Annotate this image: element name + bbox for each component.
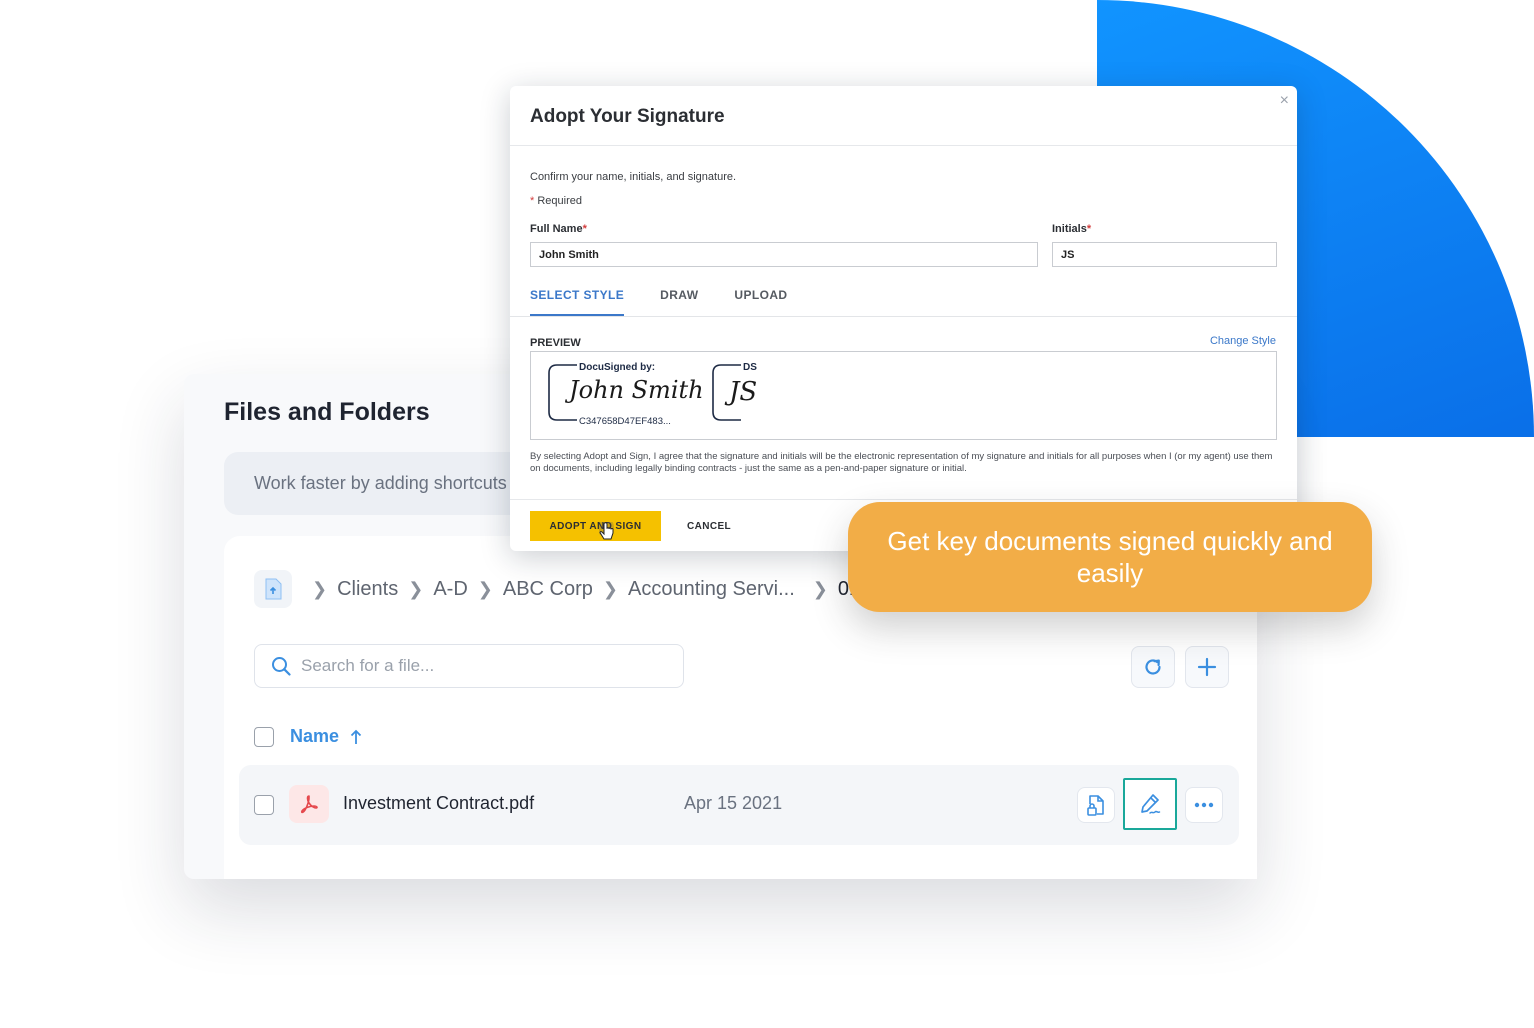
change-style-link[interactable]: Change Style bbox=[1210, 335, 1276, 347]
search-icon bbox=[272, 657, 291, 676]
file-date: Apr 15 2021 bbox=[684, 793, 783, 813]
required-asterisk: * bbox=[1086, 223, 1092, 235]
chevron-right-icon: ❯ bbox=[312, 578, 328, 599]
file-share-button[interactable] bbox=[1077, 787, 1115, 823]
plus-icon bbox=[1197, 657, 1217, 677]
required-note: * Required bbox=[530, 195, 582, 207]
close-icon[interactable]: × bbox=[1280, 92, 1289, 110]
divider bbox=[510, 316, 1297, 317]
shortcuts-text: Work faster by adding shortcuts bbox=[254, 473, 507, 493]
home-folder-button[interactable] bbox=[254, 570, 292, 608]
required-asterisk: * bbox=[530, 195, 535, 207]
signature-id-text: C347658D47EF483... bbox=[579, 416, 671, 427]
ds-label: DS bbox=[743, 362, 757, 373]
signature-preview: DocuSigned by: John Smith C347658D47EF48… bbox=[530, 351, 1277, 440]
adopt-signature-dialog: Adopt Your Signature × Confirm your name… bbox=[510, 86, 1297, 551]
folder-home-icon bbox=[265, 578, 282, 600]
instruction-text: Confirm your name, initials, and signatu… bbox=[530, 171, 737, 183]
tab-draw[interactable]: DRAW bbox=[660, 288, 698, 316]
divider bbox=[510, 145, 1297, 146]
hand-cursor-icon bbox=[599, 522, 614, 540]
full-name-field[interactable] bbox=[530, 242, 1038, 267]
arrow-up-icon[interactable] bbox=[349, 729, 363, 745]
cancel-button[interactable]: CANCEL bbox=[678, 511, 740, 541]
signature-script: John Smith bbox=[564, 376, 704, 404]
full-name-label: Full Name* bbox=[530, 223, 587, 235]
full-name-label-text: Full Name bbox=[530, 223, 583, 235]
table-header: Name bbox=[254, 726, 363, 747]
chevron-right-icon: ❯ bbox=[812, 578, 828, 599]
pen-sign-icon bbox=[1141, 794, 1161, 814]
initials-field[interactable] bbox=[1052, 242, 1277, 267]
file-name[interactable]: Investment Contract.pdf bbox=[343, 793, 534, 814]
adopt-and-sign-button[interactable]: ADOPT AND SIGN bbox=[530, 511, 661, 541]
breadcrumb-item[interactable]: ABC Corp bbox=[503, 578, 593, 601]
initials-script: JS bbox=[724, 377, 757, 407]
more-options-button[interactable] bbox=[1185, 787, 1223, 823]
pdf-file-icon bbox=[289, 785, 329, 823]
add-button[interactable] bbox=[1185, 646, 1229, 688]
search-box bbox=[254, 644, 684, 688]
table-row[interactable]: Investment Contract.pdf Apr 15 2021 bbox=[239, 765, 1239, 845]
tab-select-style[interactable]: SELECT STYLE bbox=[530, 288, 625, 316]
docusigned-by-text: DocuSigned by: bbox=[579, 362, 655, 373]
legal-disclaimer: By selecting Adopt and Sign, I agree tha… bbox=[530, 451, 1273, 474]
column-name-header[interactable]: Name bbox=[290, 726, 339, 747]
required-label: Required bbox=[537, 195, 582, 207]
feature-callout: Get key documents signed quickly and eas… bbox=[848, 502, 1372, 612]
breadcrumb-item[interactable]: A-D bbox=[433, 578, 467, 601]
search-input[interactable] bbox=[301, 656, 661, 676]
initials-label-text: Initials bbox=[1052, 223, 1087, 235]
chevron-right-icon: ❯ bbox=[477, 578, 493, 599]
select-all-checkbox[interactable] bbox=[254, 726, 274, 747]
chevron-right-icon: ❯ bbox=[602, 578, 618, 599]
breadcrumb: ❯ Clients ❯ A-D ❯ ABC Corp ❯ Accounting … bbox=[254, 570, 872, 608]
stage: Files and Folders Work faster by adding … bbox=[0, 0, 1534, 1028]
preview-label: PREVIEW bbox=[530, 337, 581, 349]
breadcrumb-item[interactable]: Accounting Servi... bbox=[628, 578, 795, 601]
required-asterisk: * bbox=[582, 223, 587, 235]
divider bbox=[510, 499, 1297, 500]
more-horizontal-icon bbox=[1194, 802, 1214, 808]
refresh-button[interactable] bbox=[1131, 646, 1175, 688]
signature-preview-graphic: DocuSigned by: John Smith C347658D47EF48… bbox=[548, 362, 757, 427]
pdf-icon bbox=[300, 795, 318, 814]
page-title: Files and Folders bbox=[224, 398, 430, 426]
refresh-icon bbox=[1145, 659, 1161, 675]
row-checkbox[interactable] bbox=[254, 795, 274, 815]
callout-text: Get key documents signed quickly and eas… bbox=[887, 526, 1333, 588]
dialog-title: Adopt Your Signature bbox=[530, 106, 725, 127]
signature-tabs: SELECT STYLE DRAW UPLOAD bbox=[530, 288, 824, 316]
document-lock-icon bbox=[1087, 795, 1104, 816]
initials-label: Initials* bbox=[1052, 223, 1091, 235]
chevron-right-icon: ❯ bbox=[408, 578, 424, 599]
tab-upload[interactable]: UPLOAD bbox=[734, 288, 787, 316]
sign-document-button[interactable] bbox=[1123, 778, 1177, 830]
breadcrumb-item[interactable]: Clients bbox=[337, 578, 398, 601]
